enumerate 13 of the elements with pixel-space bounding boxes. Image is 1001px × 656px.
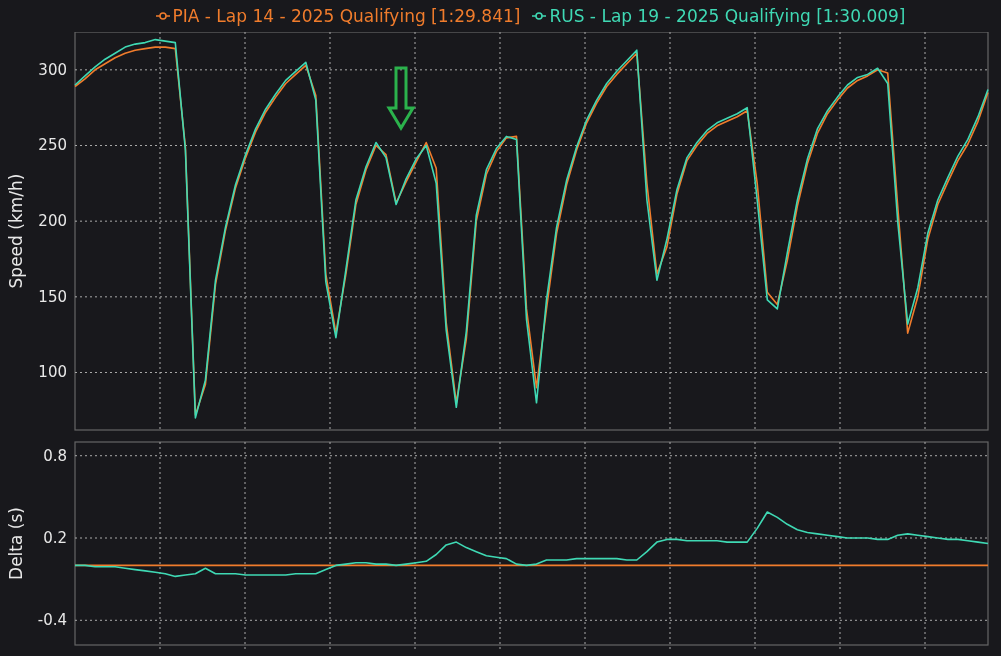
y-tick-label: -0.4: [37, 611, 67, 630]
y-axis-title: Delta (s): [6, 507, 26, 580]
legend-label: RUS - Lap 19 - 2025 Qualifying [1:30.009]: [549, 6, 906, 26]
y-tick-label: 100: [38, 363, 67, 382]
y-tick-label: 150: [38, 287, 67, 306]
y-tick-label: 250: [38, 136, 67, 155]
y-tick-label: 0.2: [43, 529, 67, 547]
y-axis-title: Speed (km/h): [6, 173, 26, 289]
down-arrow-icon: [386, 66, 416, 131]
legend-label: PIA - Lap 14 - 2025 Qualifying [1:29.841]: [172, 6, 521, 26]
y-tick-label: 0.8: [43, 446, 67, 465]
y-tick-label: 200: [38, 212, 67, 231]
y-tick-label: 300: [38, 60, 67, 79]
